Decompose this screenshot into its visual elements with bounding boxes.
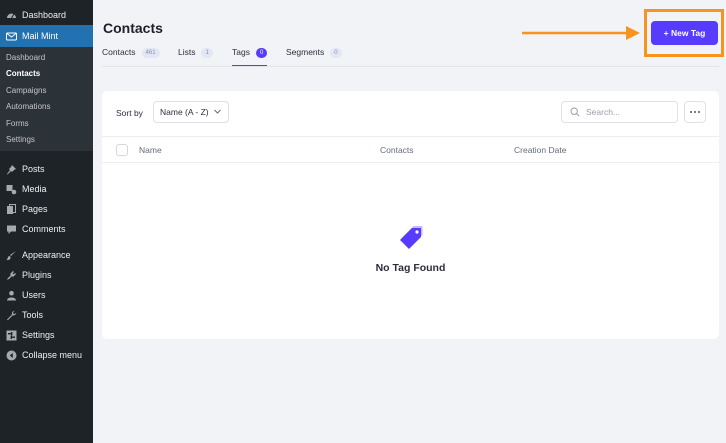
sidebar-item-appearance[interactable]: Appearance [0, 245, 93, 265]
sort-value: Name (A - Z) [160, 107, 209, 117]
collapse-icon [6, 350, 17, 361]
tab-count-badge: 461 [141, 48, 160, 58]
sidebar-item-label: Collapse menu [22, 350, 83, 360]
submenu-item-contacts[interactable]: Contacts [6, 69, 40, 78]
tab-label: Segments [286, 47, 325, 57]
sidebar-item-label: Pages [22, 204, 48, 214]
sidebar-item-tools[interactable]: Tools [0, 305, 93, 325]
chevron-down-icon [213, 107, 222, 118]
sidebar-item-label: Media [22, 184, 47, 194]
sidebar-item-label: Plugins [22, 270, 52, 280]
tags-card: Sort by Name (A - Z) Search... Name Cont… [102, 91, 719, 339]
sidebar-item-mail-mint[interactable]: Mail Mint [0, 25, 93, 47]
search-icon [570, 107, 580, 117]
sidebar-item-label: Tools [22, 310, 44, 320]
tab-lists[interactable]: Lists 1 [178, 47, 213, 67]
sort-label: Sort by [116, 108, 143, 118]
table-header: Name Contacts Creation Date [102, 136, 719, 163]
settings-icon [6, 330, 17, 341]
tab-segments[interactable]: Segments 0 [286, 47, 342, 67]
brush-icon [6, 250, 17, 261]
sidebar-item-label: Appearance [22, 250, 71, 260]
tab-count-badge: 0 [255, 48, 268, 58]
column-header-creation-date[interactable]: Creation Date [514, 145, 566, 155]
page-title: Contacts [103, 20, 163, 36]
dashboard-icon [6, 10, 17, 21]
sidebar-item-comments[interactable]: Comments [0, 219, 93, 239]
sidebar-item-label: Mail Mint [22, 31, 59, 41]
sidebar-item-users[interactable]: Users [0, 285, 93, 305]
tab-label: Tags [232, 47, 250, 57]
submenu-item-dashboard[interactable]: Dashboard [6, 53, 45, 62]
sidebar-item-label: Users [22, 290, 46, 300]
more-horizontal-icon [690, 111, 700, 113]
search-placeholder: Search... [586, 107, 621, 117]
mail-icon [6, 31, 17, 42]
tab-tags[interactable]: Tags 0 [232, 47, 268, 67]
sidebar-item-settings[interactable]: Settings [0, 325, 93, 345]
sidebar-item-plugins[interactable]: Plugins [0, 265, 93, 285]
media-icon [6, 184, 17, 195]
sidebar-item-label: Comments [22, 224, 66, 234]
tabs-divider [102, 66, 719, 67]
pin-icon [6, 164, 17, 175]
wrench-icon [6, 310, 17, 321]
more-options-button[interactable] [684, 101, 706, 123]
sidebar-item-label: Settings [22, 330, 55, 340]
tab-count-badge: 0 [330, 48, 342, 58]
sidebar-item-posts[interactable]: Posts [0, 159, 93, 179]
sidebar-item-label: Dashboard [22, 10, 67, 20]
column-header-contacts: Contacts [380, 145, 414, 155]
tab-label: Contacts [102, 47, 136, 57]
plug-icon [6, 270, 17, 281]
sidebar-item-label: Posts [22, 164, 45, 174]
sidebar-collapse-menu[interactable]: Collapse menu [0, 345, 93, 365]
tab-count-badge: 1 [201, 48, 213, 58]
submenu-item-forms[interactable]: Forms [6, 119, 29, 128]
submenu-item-automations[interactable]: Automations [6, 102, 50, 111]
sidebar-item-pages[interactable]: Pages [0, 199, 93, 219]
sort-select[interactable]: Name (A - Z) [153, 101, 229, 123]
new-tag-button[interactable]: + New Tag [651, 21, 718, 45]
tab-label: Lists [178, 47, 196, 57]
submenu-item-settings[interactable]: Settings [6, 135, 35, 144]
column-header-name[interactable]: Name [139, 145, 162, 155]
tag-icon [400, 226, 423, 249]
admin-sidebar: Dashboard Mail Mint Dashboard Contacts C… [0, 0, 93, 443]
select-all-checkbox[interactable] [116, 144, 128, 156]
user-icon [6, 290, 17, 301]
comment-icon [6, 224, 17, 235]
empty-state-message: No Tag Found [375, 262, 446, 274]
mail-mint-submenu: Dashboard Contacts Campaigns Automations… [0, 47, 93, 151]
tab-contacts[interactable]: Contacts 461 [102, 47, 160, 67]
sidebar-item-dashboard[interactable]: Dashboard [0, 5, 93, 25]
annotation-arrow-icon [522, 26, 640, 40]
search-input[interactable]: Search... [561, 101, 678, 123]
pages-icon [6, 203, 17, 215]
submenu-item-campaigns[interactable]: Campaigns [6, 86, 46, 95]
sidebar-item-media[interactable]: Media [0, 179, 93, 199]
